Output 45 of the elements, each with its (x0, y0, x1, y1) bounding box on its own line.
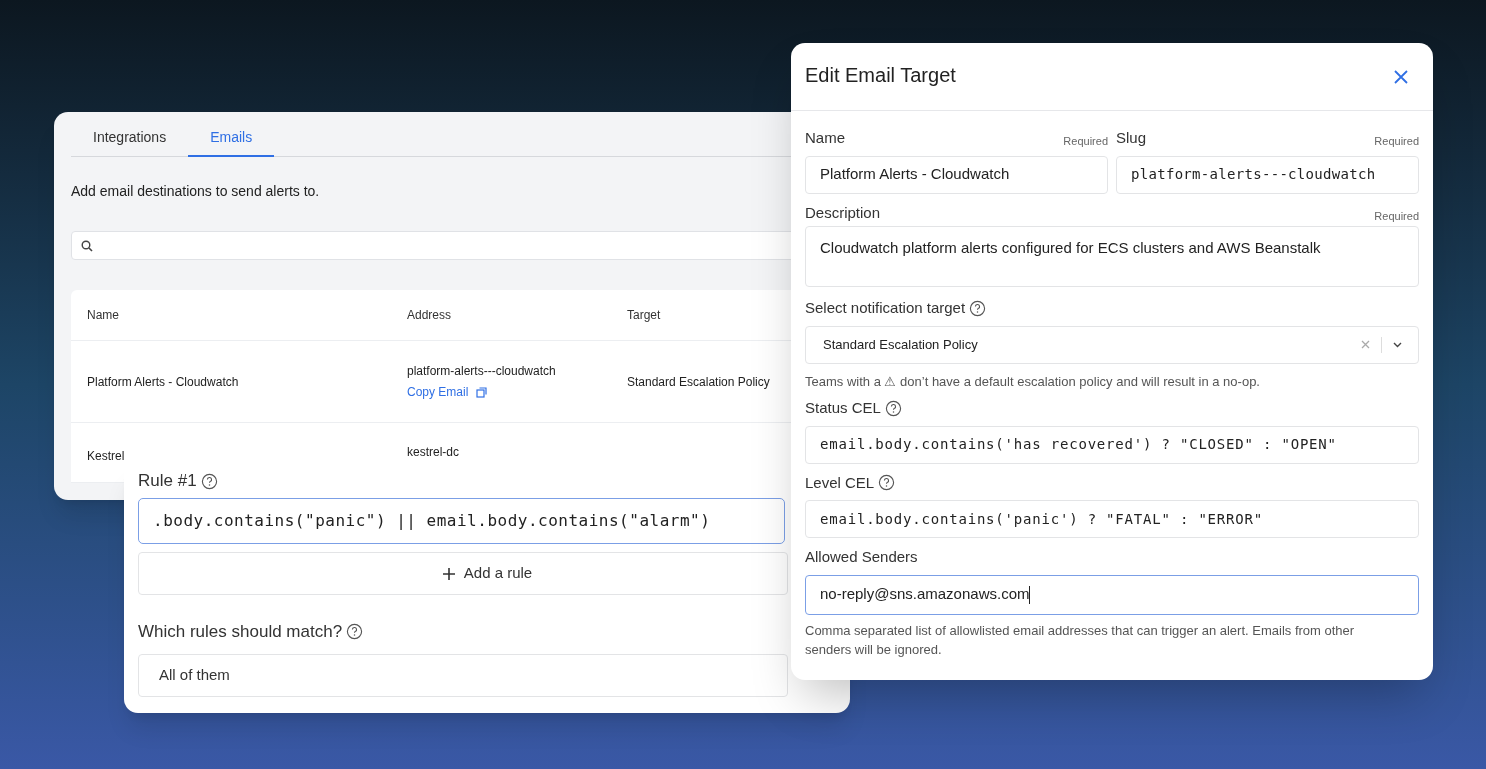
field-label: Status CEL (805, 398, 881, 418)
field-label: Which rules should match? (138, 621, 343, 643)
tab[interactable]: Integrations (71, 120, 189, 157)
table-cell-text: platform-alerts---cloudwatch (407, 363, 557, 380)
description-field[interactable]: Cloudwatch platform alerts configured for ECS clusters and AWS Beanstalk (805, 226, 1419, 287)
add-rule-button[interactable]: Add a rule (138, 552, 788, 595)
help-icon[interactable] (884, 399, 902, 417)
chevron-down-icon[interactable] (1393, 341, 1402, 348)
field-label: Allowed Senders (805, 547, 918, 567)
table-cell-text: Kestrel (87, 448, 126, 465)
field-label: Rule #1 (138, 470, 197, 493)
field-label: Level CEL (805, 472, 875, 493)
allowed-senders-field[interactable]: no-reply@sns.amazonaws.com (805, 574, 1419, 615)
level-cel-field[interactable]: email.body.contains('panic') ? "FATAL" : "ERROR" (805, 500, 1419, 538)
dialog-title: Edit Email Target (805, 62, 956, 88)
required-note: Required (1374, 134, 1419, 149)
column-header: Name (87, 307, 120, 324)
field-label: Name (805, 128, 845, 148)
rule-field[interactable]: .body.contains("panic") || email.body.contains("alarm") (138, 498, 785, 544)
help-icon[interactable] (346, 623, 364, 641)
field-label: Description (805, 202, 881, 223)
field-label: Slug (1116, 128, 1147, 148)
status-cel-field[interactable]: email.body.contains('has recovered') ? "CLOSED" : "OPEN" (805, 425, 1419, 464)
close-icon (1394, 69, 1408, 84)
target-select[interactable]: Standard Escalation Policy (805, 325, 1419, 364)
name-field[interactable]: Platform Alerts - Cloudwatch (805, 155, 1108, 194)
help-icon[interactable] (878, 474, 896, 492)
slug-field[interactable]: platform-alerts---cloudwatch (1116, 155, 1419, 194)
required-note: Required (1374, 208, 1419, 224)
copy-icon (476, 386, 488, 398)
table-cell-text: kestrel-dc (407, 444, 460, 461)
field-label: Select notification target (805, 298, 966, 318)
tab[interactable]: Emails (188, 120, 275, 157)
help-icon[interactable] (969, 299, 987, 317)
intro-text: Add email destinations to send alerts to. (71, 182, 321, 201)
required-note: Required (1063, 134, 1108, 149)
help-text: Comma separated list of allowlisted email addresses that can trigger an alert. Emails from other senders will be ignored. (805, 621, 1356, 659)
copy-email-link[interactable]: Copy Email (407, 383, 488, 401)
target-hint: Teams with a ⚠ don’t have a default escalation policy and will result in a no-op. (805, 372, 1261, 391)
column-header: Address (407, 307, 453, 324)
plus-icon (441, 566, 456, 581)
match-select[interactable]: All of them (138, 653, 788, 697)
help-icon[interactable] (200, 472, 218, 490)
table-cell-text: Platform Alerts - Cloudwatch (87, 373, 240, 391)
search-icon (81, 239, 93, 252)
